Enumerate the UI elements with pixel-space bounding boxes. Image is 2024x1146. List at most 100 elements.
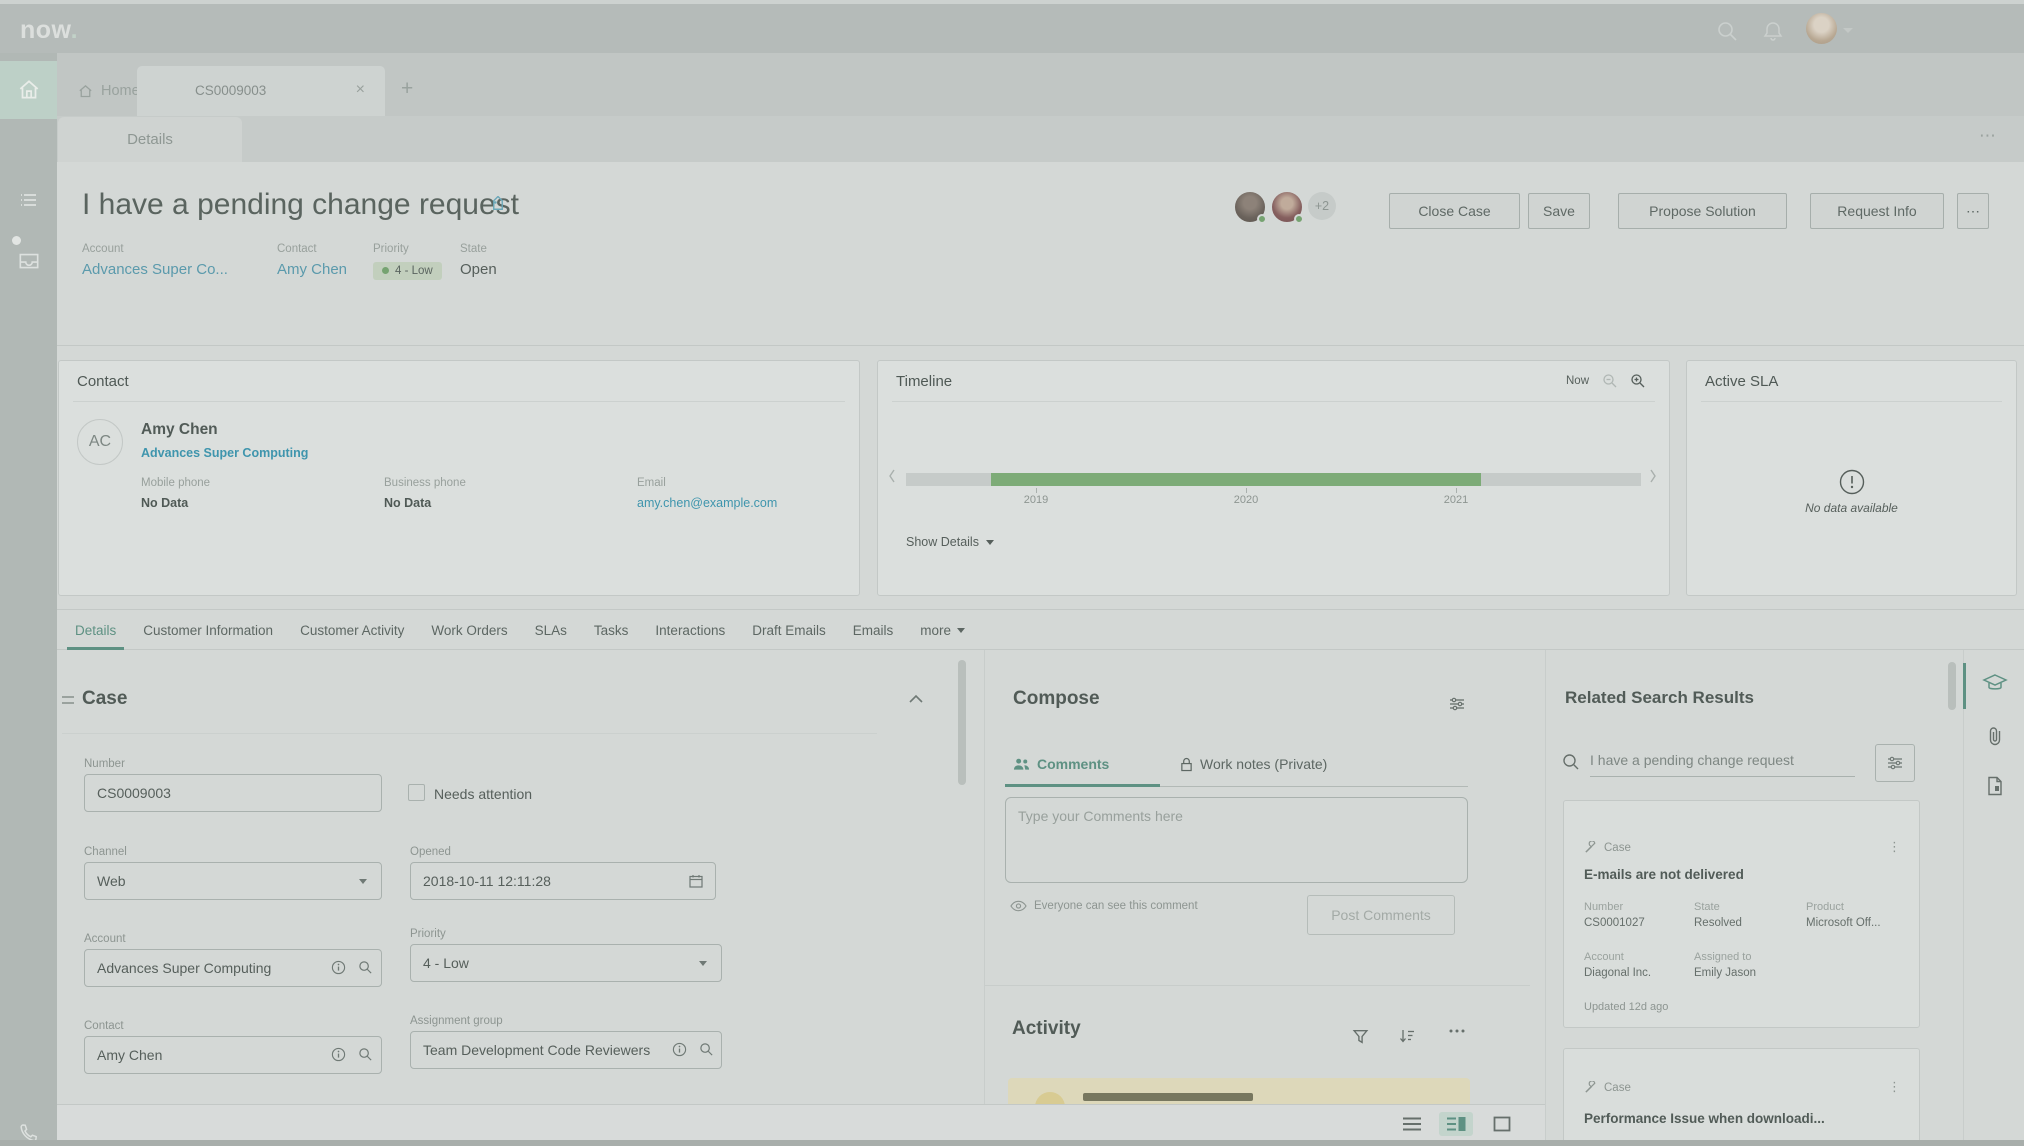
tab-work-orders[interactable]: Work Orders — [431, 611, 507, 650]
notifications-bell-icon[interactable] — [1762, 20, 1784, 42]
propose-solution-button[interactable]: Propose Solution — [1618, 193, 1787, 229]
field-value: Emily Jason — [1694, 967, 1756, 979]
rail-inbox-item[interactable] — [0, 241, 57, 281]
add-tab-icon[interactable]: + — [401, 78, 413, 99]
chevron-down-icon — [986, 540, 994, 545]
info-circle-icon[interactable] — [331, 1047, 347, 1063]
field-label: Product — [1806, 901, 1881, 913]
exclamation-circle-icon — [1839, 469, 1865, 495]
result-kebab-icon[interactable]: ⋮ — [1888, 1079, 1901, 1095]
activity-more-icon[interactable] — [1448, 1028, 1466, 1046]
tab-more-label: more — [920, 623, 951, 638]
related-search-input[interactable] — [1590, 752, 1855, 777]
header-account-value[interactable]: Advances Super Co... — [82, 261, 228, 278]
timeline-card: Timeline Now 2019 2020 2021 — [877, 360, 1670, 596]
contact-company-link[interactable]: Advances Super Computing — [141, 446, 308, 460]
tag-icon[interactable] — [489, 196, 507, 214]
reference-lookup-icon[interactable] — [699, 1042, 715, 1058]
tab-details[interactable]: Details — [75, 611, 116, 650]
priority-select[interactable]: 4 - Low — [410, 944, 722, 982]
rail-home-item[interactable] — [0, 61, 57, 119]
tab-label: Emails — [853, 623, 894, 638]
calendar-icon[interactable] — [688, 873, 704, 889]
document-icon[interactable] — [1987, 776, 2003, 796]
search-result-card[interactable]: Case ⋮ Performance Issue when downloadi.… — [1563, 1048, 1920, 1146]
info-circle-icon[interactable] — [672, 1042, 688, 1058]
split-view-toggle-icon[interactable] — [1439, 1112, 1473, 1136]
tab-label: Tasks — [594, 623, 629, 638]
result-title[interactable]: E-mails are not delivered — [1584, 867, 1744, 882]
filter-funnel-icon[interactable] — [1352, 1028, 1370, 1046]
show-details-toggle[interactable]: Show Details — [906, 535, 994, 549]
tab-interactions[interactable]: Interactions — [655, 611, 725, 650]
assignment-group-label: Assignment group — [410, 1015, 503, 1027]
timeline-track[interactable] — [906, 473, 1641, 486]
more-actions-button[interactable]: ⋯ — [1957, 193, 1989, 229]
tab-case-record[interactable]: CS0009003 × — [137, 66, 385, 116]
info-circle-icon[interactable] — [331, 960, 347, 976]
channel-select[interactable]: Web — [84, 862, 382, 900]
tab-more[interactable]: more — [920, 611, 965, 650]
zoom-out-icon[interactable] — [1602, 373, 1618, 389]
collapse-section-chevron-icon[interactable] — [908, 694, 924, 704]
people-icon — [1013, 757, 1030, 771]
zoom-in-icon[interactable] — [1630, 373, 1646, 389]
work-notes-tab[interactable]: Work notes (Private) — [1180, 756, 1327, 772]
user-menu-caret-icon[interactable] — [1843, 28, 1853, 33]
compose-settings-sliders-icon[interactable] — [1448, 695, 1466, 713]
avatar-overflow-count[interactable]: +2 — [1308, 192, 1336, 220]
timeline-range-label[interactable]: Now — [1566, 375, 1589, 387]
search-settings-button[interactable] — [1875, 744, 1915, 782]
reference-lookup-icon[interactable] — [358, 960, 374, 976]
workspace-tab-strip: Home CS0009003 × + — [57, 53, 2024, 116]
result-kebab-icon[interactable]: ⋮ — [1888, 839, 1901, 855]
timeline-prev-chevron-icon[interactable] — [888, 469, 900, 489]
tab-emails[interactable]: Emails — [853, 611, 894, 650]
needs-attention-checkbox[interactable] — [408, 784, 425, 801]
doc-tab-details[interactable]: Details — [58, 117, 242, 162]
close-case-button[interactable]: Close Case — [1389, 193, 1520, 229]
comment-input[interactable] — [1005, 797, 1468, 883]
opened-label: Opened — [410, 846, 451, 858]
related-scrollbar-thumb[interactable] — [1948, 662, 1956, 710]
comments-tab[interactable]: Comments — [1013, 756, 1109, 772]
number-field[interactable] — [84, 774, 382, 812]
result-title[interactable]: Performance Issue when downloadi... — [1584, 1111, 1825, 1126]
tab-slas[interactable]: SLAs — [535, 611, 567, 650]
user-avatar[interactable] — [1806, 13, 1837, 44]
request-info-button[interactable]: Request Info — [1810, 193, 1944, 229]
tab-draft-emails[interactable]: Draft Emails — [752, 611, 826, 650]
tab-label: Customer Information — [143, 623, 273, 638]
activity-entry-partial[interactable] — [1008, 1078, 1470, 1104]
case-wrench-icon — [1584, 1081, 1597, 1094]
attachment-paperclip-icon[interactable] — [1986, 726, 2004, 746]
opened-field[interactable] — [410, 862, 716, 900]
email-link[interactable]: amy.chen@example.com — [637, 496, 777, 510]
form-scrollbar-thumb[interactable] — [958, 660, 966, 785]
tab-tasks[interactable]: Tasks — [594, 611, 629, 650]
tab-close-icon[interactable]: × — [356, 81, 365, 99]
rail-list-item[interactable] — [0, 180, 57, 220]
tab-customer-activity[interactable]: Customer Activity — [300, 611, 404, 650]
visibility-note-text: Everyone can see this comment — [1034, 900, 1198, 912]
section-drag-handle-icon[interactable] — [62, 696, 74, 704]
now-logo: now. — [20, 16, 78, 45]
post-comments-button[interactable]: Post Comments — [1307, 895, 1455, 935]
full-view-toggle-icon[interactable] — [1485, 1112, 1519, 1136]
knowledge-grad-cap-icon[interactable] — [1982, 672, 2008, 694]
list-view-toggle-icon[interactable] — [1395, 1112, 1429, 1136]
record-tab-bar: Details Customer Information Customer Ac… — [57, 611, 2024, 650]
timeline-tick — [1246, 488, 1247, 493]
search-result-card[interactable]: Case ⋮ E-mails are not delivered Number … — [1563, 800, 1920, 1028]
assignee-avatar-2[interactable] — [1270, 190, 1304, 224]
header-contact-value[interactable]: Amy Chen — [277, 261, 347, 278]
search-icon[interactable] — [1716, 20, 1738, 42]
sort-icon[interactable] — [1398, 1028, 1416, 1046]
timeline-next-chevron-icon[interactable] — [1649, 469, 1661, 489]
doc-row-overflow-icon[interactable]: ⋯ — [1979, 126, 1996, 146]
tab-label: Interactions — [655, 623, 725, 638]
assignee-avatar-1[interactable] — [1233, 190, 1267, 224]
tab-customer-information[interactable]: Customer Information — [143, 611, 273, 650]
save-button[interactable]: Save — [1528, 193, 1590, 229]
reference-lookup-icon[interactable] — [358, 1047, 374, 1063]
